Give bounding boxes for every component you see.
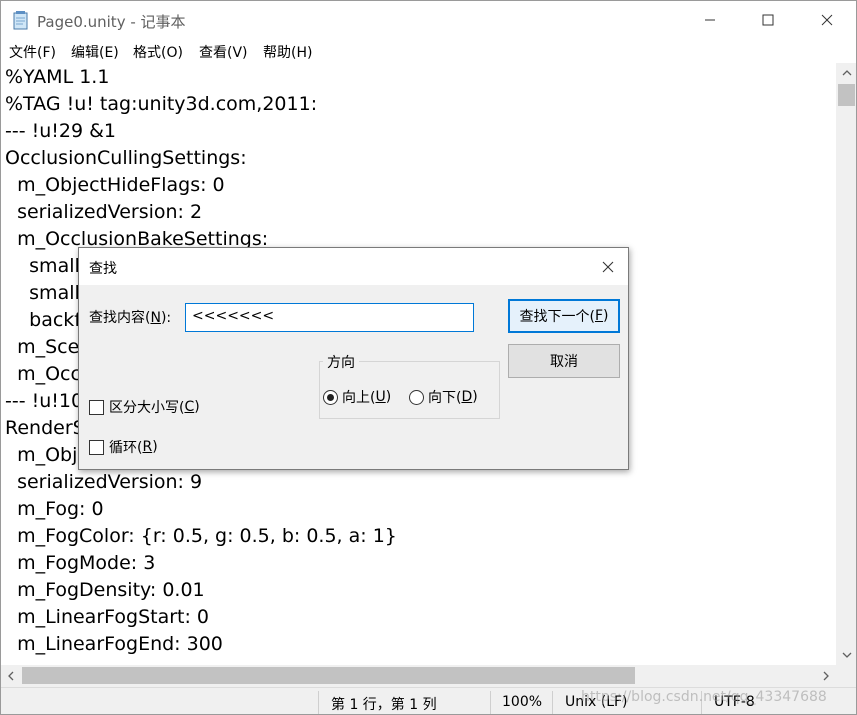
text-line: %TAG !u! tag:unity3d.com,2011: bbox=[5, 93, 318, 115]
window-title: Page0.unity - 记事本 bbox=[37, 13, 186, 31]
chevron-up-icon bbox=[842, 70, 852, 76]
checkbox-box[interactable] bbox=[89, 399, 104, 415]
text-line: m_FogDensity: 0.01 bbox=[5, 579, 205, 601]
text-line: serializedVersion: 2 bbox=[5, 201, 203, 223]
status-zoom: 100% bbox=[502, 694, 543, 710]
radio-button[interactable] bbox=[409, 389, 424, 405]
horizontal-scroll-thumb[interactable] bbox=[22, 667, 635, 684]
text-line: m_Fog: 0 bbox=[5, 498, 104, 520]
find-what-input[interactable]: <<<<<<< bbox=[185, 303, 474, 332]
menu-edit[interactable]: 编辑(E) bbox=[71, 42, 119, 62]
scrollbar-corner bbox=[836, 665, 856, 687]
text-line: %YAML 1.1 bbox=[5, 66, 110, 88]
text-line: small bbox=[5, 255, 80, 277]
text-line: m_FogMode: 3 bbox=[5, 552, 156, 574]
text-line: --- !u!29 &1 bbox=[5, 120, 117, 142]
text-line: m_Occ bbox=[5, 363, 81, 385]
text-line: m_LinearFogEnd: 300 bbox=[5, 633, 223, 655]
radio-button-selected[interactable] bbox=[323, 389, 338, 405]
match-case-checkbox[interactable]: 区分大小写(C) bbox=[89, 397, 200, 417]
scroll-left-button[interactable] bbox=[1, 665, 21, 687]
vertical-scroll-thumb[interactable] bbox=[838, 84, 855, 106]
maximize-button[interactable] bbox=[739, 1, 797, 39]
close-icon bbox=[602, 261, 613, 272]
text-line: m_LinearFogStart: 0 bbox=[5, 606, 210, 628]
close-button[interactable] bbox=[798, 1, 856, 39]
text-line: OcclusionCullingSettings: bbox=[5, 147, 247, 169]
menu-bar: 文件(F) 编辑(E) 格式(O) 查看(V) 帮助(H) bbox=[1, 39, 856, 63]
minimize-icon bbox=[705, 19, 715, 21]
text-line: m_FogColor: {r: 0.5, g: 0.5, b: 0.5, a: … bbox=[5, 525, 397, 547]
scroll-right-button[interactable] bbox=[816, 665, 836, 687]
find-dialog-title: 查找 bbox=[89, 261, 117, 277]
direction-down-radio[interactable]: 向下(D) bbox=[409, 387, 478, 407]
text-line: m_Sce bbox=[5, 336, 80, 358]
menu-help[interactable]: 帮助(H) bbox=[263, 42, 312, 62]
find-dialog-close-button[interactable] bbox=[587, 248, 628, 285]
status-separator bbox=[490, 691, 491, 714]
text-line: RenderS bbox=[5, 417, 85, 439]
text-line: m_ObjectHideFlags: 0 bbox=[5, 174, 225, 196]
minimize-button[interactable] bbox=[681, 1, 739, 39]
text-line: small bbox=[5, 282, 80, 304]
checkbox-box[interactable] bbox=[89, 439, 104, 455]
status-separator bbox=[318, 691, 319, 714]
status-separator bbox=[552, 691, 553, 714]
status-cursor-position: 第 1 行，第 1 列 bbox=[331, 697, 437, 713]
text-line: m_Obj bbox=[5, 444, 78, 466]
maximize-icon bbox=[762, 14, 774, 26]
notepad-icon bbox=[12, 10, 30, 30]
notepad-window: Page0.unity - 记事本 文件(F) 编辑(E) 格式(O) 查看(V… bbox=[0, 0, 857, 715]
direction-up-radio[interactable]: 向上(U) bbox=[323, 387, 391, 407]
text-line: --- !u!10 bbox=[5, 390, 84, 412]
find-next-button[interactable]: 查找下一个(F) bbox=[508, 299, 620, 333]
horizontal-scrollbar[interactable] bbox=[1, 665, 836, 687]
scroll-down-button[interactable] bbox=[836, 645, 856, 665]
watermark-text: https://blog.csdn.net/qq_43347688 bbox=[581, 689, 827, 705]
wrap-around-checkbox[interactable]: 循环(R) bbox=[89, 437, 158, 457]
cancel-button[interactable]: 取消 bbox=[508, 344, 620, 378]
menu-file[interactable]: 文件(F) bbox=[9, 42, 56, 62]
text-line: backf bbox=[5, 309, 81, 331]
chevron-left-icon bbox=[8, 671, 14, 681]
title-bar[interactable]: Page0.unity - 记事本 bbox=[1, 1, 856, 39]
vertical-scrollbar[interactable] bbox=[836, 63, 856, 665]
find-what-label: 查找内容(N): bbox=[89, 310, 172, 326]
direction-group-title: 方向 bbox=[323, 352, 359, 372]
find-dialog-title-bar[interactable]: 查找 bbox=[79, 248, 628, 285]
close-icon bbox=[821, 14, 833, 26]
text-line: serializedVersion: 9 bbox=[5, 471, 203, 493]
chevron-right-icon bbox=[823, 671, 829, 681]
scroll-up-button[interactable] bbox=[836, 63, 856, 83]
chevron-down-icon bbox=[842, 652, 852, 658]
menu-format[interactable]: 格式(O) bbox=[133, 42, 183, 62]
find-dialog: 查找 查找内容(N): <<<<<<< 查找下一个(F) 取消 方向 向上(U)… bbox=[78, 247, 629, 470]
menu-view[interactable]: 查看(V) bbox=[199, 42, 248, 62]
